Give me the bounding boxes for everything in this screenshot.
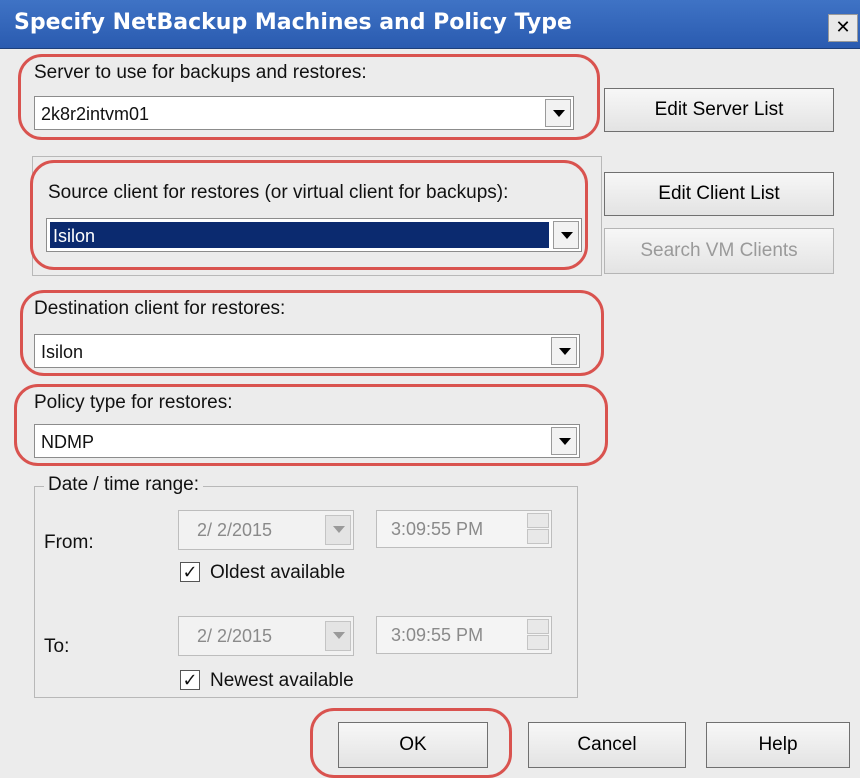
to-date-value: 2/ 2/2015 (197, 626, 273, 646)
ok-button[interactable]: OK (338, 722, 488, 768)
source-client-label: Source client for restores (or virtual c… (48, 182, 509, 203)
policy-type-label: Policy type for restores: (34, 392, 233, 413)
source-client-group (32, 156, 602, 276)
title-bar: Specify NetBackup Machines and Policy Ty… (0, 0, 860, 49)
chevron-down-icon[interactable] (325, 515, 351, 545)
date-time-range-legend: Date / time range: (44, 474, 204, 496)
chevron-down-icon[interactable] (553, 221, 579, 249)
spin-down-icon[interactable] (527, 529, 549, 544)
window-title: Specify NetBackup Machines and Policy Ty… (14, 10, 572, 35)
source-client-combo[interactable]: Isilon (46, 218, 582, 252)
help-button[interactable]: Help (706, 722, 850, 768)
from-time-value: 3:09:55 PM (391, 519, 484, 539)
newest-available-checkbox[interactable]: ✓ (180, 670, 200, 690)
chevron-down-icon[interactable] (545, 99, 571, 127)
edit-server-list-button[interactable]: Edit Server List (604, 88, 834, 132)
destination-client-label: Destination client for restores: (34, 298, 286, 319)
server-label: Server to use for backups and restores: (34, 62, 367, 83)
destination-client-value: Isilon (41, 342, 84, 362)
policy-type-combo[interactable]: NDMP (34, 424, 580, 458)
server-value: 2k8r2intvm01 (41, 104, 150, 124)
search-vm-clients-button[interactable]: Search VM Clients (604, 228, 834, 274)
from-date-picker[interactable]: 2/ 2/2015 (178, 510, 354, 550)
cancel-button[interactable]: Cancel (528, 722, 686, 768)
spin-up-icon[interactable] (527, 513, 549, 528)
from-date-value: 2/ 2/2015 (197, 520, 273, 540)
oldest-available-label: Oldest available (210, 562, 346, 583)
chevron-down-icon[interactable] (551, 337, 577, 365)
newest-available-label: Newest available (210, 670, 354, 691)
chevron-down-icon[interactable] (325, 621, 351, 651)
spin-up-icon[interactable] (527, 619, 549, 634)
oldest-available-checkbox[interactable]: ✓ (180, 562, 200, 582)
to-time-spinner[interactable]: 3:09:55 PM (376, 616, 552, 654)
to-time-value: 3:09:55 PM (391, 625, 484, 645)
source-client-value: Isilon (50, 222, 549, 248)
spin-down-icon[interactable] (527, 635, 549, 650)
edit-client-list-button[interactable]: Edit Client List (604, 172, 834, 216)
to-label: To: (44, 636, 70, 657)
chevron-down-icon[interactable] (551, 427, 577, 455)
policy-type-value: NDMP (41, 432, 94, 452)
server-combo[interactable]: 2k8r2intvm01 (34, 96, 574, 130)
to-date-picker[interactable]: 2/ 2/2015 (178, 616, 354, 656)
from-time-spinner[interactable]: 3:09:55 PM (376, 510, 552, 548)
destination-client-combo[interactable]: Isilon (34, 334, 580, 368)
close-icon[interactable]: ✕ (828, 14, 858, 42)
from-label: From: (44, 532, 94, 553)
